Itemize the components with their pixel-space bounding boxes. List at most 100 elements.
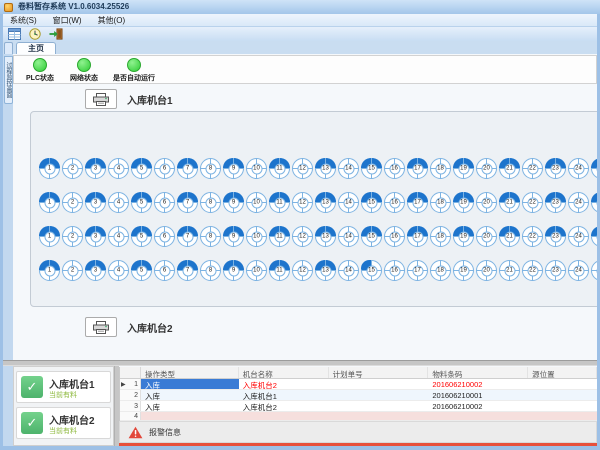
records-table-body: ▶1入库入库机台22016062100022入库入库机台120160621000… [120,379,597,421]
row-header[interactable]: ▶1 [120,379,141,389]
station-slot: 3 [85,192,106,213]
table-cell[interactable] [528,379,597,389]
slot-number: 4 [113,265,124,276]
station-slot: 18 [430,192,451,213]
clock-icon[interactable] [28,28,42,40]
row-header[interactable]: 3 [120,401,141,411]
table-cell[interactable] [528,412,597,420]
station-slot: 1 [39,192,60,213]
column-header[interactable]: 物料条码 [428,367,528,378]
slot-number: 2 [67,197,78,208]
slot-number: 3 [90,197,101,208]
tab-strip: 主页 [3,41,597,54]
station-slot: 25 [591,260,597,281]
slot-number: 17 [412,197,423,208]
slot-number: 16 [389,163,400,174]
slot-number: 17 [412,265,423,276]
station-slot: 22 [522,158,543,179]
menu-bar: 系统(S) 窗口(W) 其他(O) [3,14,597,27]
table-cell[interactable]: 201606210002 [428,379,528,389]
station-slot: 19 [453,158,474,179]
slot-number: 14 [343,197,354,208]
station-slot: 9 [223,260,244,281]
slot-number: 14 [343,231,354,242]
station-slot: 17 [407,158,428,179]
station-slot: 21 [499,192,520,213]
slot-number: 22 [527,231,538,242]
slot-number: 12 [297,163,308,174]
table-row[interactable]: ▶1入库入库机台2 201606210002 [120,379,597,390]
station-slot: 19 [453,192,474,213]
tab-home[interactable]: 主页 [16,42,56,54]
slot-number: 25 [596,265,597,276]
station-slot: 6 [154,226,175,247]
slot-number: 6 [159,163,170,174]
table-cell[interactable] [141,412,239,420]
slot-number: 2 [67,265,78,276]
slot-row: 1234567891011121314151617181920212223242… [39,158,597,179]
station-slot: 16 [384,158,405,179]
table-cell[interactable] [329,390,429,400]
table-cell[interactable]: 201606210002 [428,401,528,411]
station1-print-button[interactable] [85,89,117,109]
row-header[interactable]: 4 [120,412,141,420]
app-icon [4,3,13,12]
station-slot: 25 [591,192,597,213]
station2-print-button[interactable] [85,317,117,337]
machine-card-status: 当前有料 [49,390,77,400]
station-slot: 18 [430,226,451,247]
table-cell[interactable]: 201606210001 [428,390,528,400]
collapsed-panel-stub-tab[interactable] [4,42,13,54]
menu-other[interactable]: 其他(O) [98,15,126,26]
table-cell[interactable]: 入库 [141,401,239,411]
table-cell[interactable] [239,412,329,420]
table-row[interactable]: 2入库入库机台1 201606210001 [120,390,597,401]
table-row[interactable]: 4 [120,412,597,421]
station-slot: 16 [384,260,405,281]
station-slot: 10 [246,158,267,179]
table-cell[interactable] [329,401,429,411]
slot-number: 3 [90,265,101,276]
station-slot: 25 [591,158,597,179]
slot-number: 10 [251,197,262,208]
side-panel-tab[interactable]: 过程监控画面 [4,56,13,104]
table-cell[interactable]: 入库机台1 [239,390,329,400]
title-bar[interactable]: 卷料暂存系统 V1.0.6034.25526 [0,0,600,14]
menu-system[interactable]: 系统(S) [10,15,37,26]
table-cell[interactable] [428,412,528,420]
table-row[interactable]: 3入库入库机台2 201606210002 [120,401,597,412]
column-header[interactable]: 计划单号 [329,367,429,378]
table-cell[interactable]: 入库机台2 [239,401,329,411]
column-header[interactable]: 机台名称 [239,367,329,378]
station-slot: 4 [108,260,129,281]
table-cell[interactable]: 入库 [141,379,239,389]
slot-number: 10 [251,265,262,276]
slot-row: 1234567891011121314151617181920212223242… [39,192,597,213]
row-header[interactable]: 2 [120,390,141,400]
form-grid-icon[interactable] [7,28,21,40]
column-header[interactable]: 操作类型 [141,367,239,378]
table-cell[interactable] [528,401,597,411]
station-slot: 15 [361,260,382,281]
slot-number: 23 [550,265,561,276]
column-header[interactable]: 源位置 [528,367,597,378]
table-cell[interactable] [329,412,429,420]
table-cell[interactable]: 入库机台2 [239,379,329,389]
slot-number: 3 [90,231,101,242]
exit-door-icon[interactable] [49,28,63,40]
slot-number: 21 [504,265,515,276]
station-slot: 23 [545,226,566,247]
station-slot: 21 [499,226,520,247]
table-cell[interactable] [329,379,429,389]
table-cell[interactable]: 入库 [141,390,239,400]
station-slot: 19 [453,226,474,247]
slot-number: 17 [412,231,423,242]
plc-status-label: PLC状态 [18,73,62,83]
table-cell[interactable] [528,390,597,400]
station-slot: 19 [453,260,474,281]
slot-number: 24 [573,197,584,208]
app-window: 卷料暂存系统 V1.0.6034.25526 系统(S) 窗口(W) 其他(O) [0,0,600,450]
slot-number: 4 [113,163,124,174]
menu-window[interactable]: 窗口(W) [53,15,82,26]
slot-number: 9 [228,265,239,276]
